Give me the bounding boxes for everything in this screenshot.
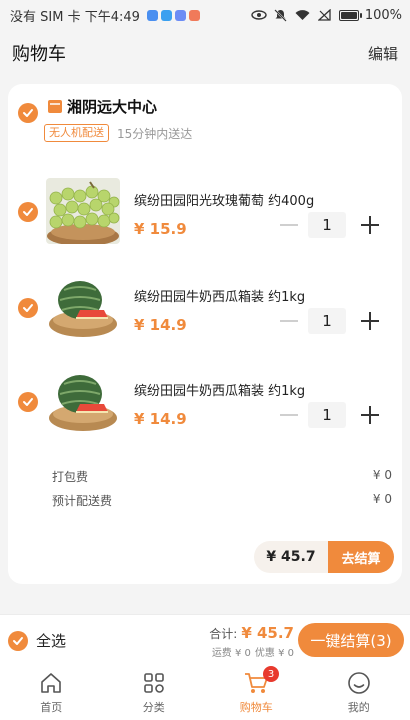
decrease-quantity-button[interactable]: [280, 414, 298, 416]
packing-fee-row: 打包费 ¥ 0: [52, 468, 392, 485]
quantity-input[interactable]: 1: [308, 212, 346, 238]
item-checkbox[interactable]: [18, 202, 38, 222]
tab-label: 分类: [142, 700, 165, 714]
photo-app-icon: [174, 9, 186, 21]
store-checkbox[interactable]: [18, 103, 38, 123]
decrease-quantity-button[interactable]: [280, 224, 298, 226]
check-icon: [23, 109, 33, 117]
battery-level: [340, 11, 357, 19]
store-name: 湘阴远大中心: [67, 98, 158, 116]
notification-icons: [146, 9, 200, 21]
item-price: ¥ 15.9: [134, 220, 187, 238]
select-all-label: 全选: [36, 632, 67, 650]
store-total: ¥ 45.7: [254, 541, 328, 573]
signal-off-icon: [317, 9, 333, 21]
shipping-fee: 运费 ¥ 0: [211, 648, 251, 659]
category-icon: [141, 670, 167, 696]
home-icon: [38, 670, 64, 696]
eye-icon: [251, 9, 267, 21]
item-checkbox[interactable]: [18, 392, 38, 412]
store-icon: [48, 100, 62, 113]
watermelon-image[interactable]: [46, 368, 120, 434]
battery-icon: [338, 9, 362, 21]
quantity-stepper: 1: [280, 308, 380, 334]
increase-quantity-button[interactable]: [360, 405, 380, 425]
cart-item: 缤纷田园牛奶西瓜箱装 约1kg ¥ 14.9 1: [8, 362, 402, 442]
mail-app-icon: [188, 9, 200, 21]
store-checkout-button[interactable]: 去结算: [328, 541, 394, 573]
cart-summary-bar: 全选 合计: ¥ 45.7 运费 ¥ 0 优惠 ¥ 0 一键结算(3): [0, 614, 410, 664]
tab-cart[interactable]: 3 购物车: [205, 664, 308, 720]
increase-quantity-button[interactable]: [360, 311, 380, 331]
tab-label: 我的: [347, 700, 370, 714]
one-click-checkout-button[interactable]: 一键结算(3): [298, 623, 404, 657]
notification-app-icon: [146, 9, 158, 21]
store-checkout-pill: ¥ 45.7 去结算: [254, 541, 394, 573]
delivery-fee-value: ¥ 0: [372, 492, 392, 506]
store-name-row[interactable]: 湘阴远大中心: [48, 96, 157, 117]
cart-badge: 3: [263, 666, 279, 682]
item-price: ¥ 14.9: [134, 316, 187, 334]
status-left: 没有 SIM 卡 下午4:49: [10, 6, 200, 25]
discount: 优惠 ¥ 0: [254, 648, 294, 659]
profile-icon: [346, 670, 372, 696]
delivery-fee-row: 预计配送费 ¥ 0: [52, 492, 392, 509]
cart-item: 缤纷田园阳光玫瑰葡萄 约400g ¥ 15.9 1: [8, 172, 402, 252]
total-label: 合计:: [209, 627, 238, 641]
quantity-stepper: 1: [280, 212, 380, 238]
quantity-input[interactable]: 1: [308, 308, 346, 334]
grapes-image[interactable]: [46, 178, 120, 244]
delivery-time: 15分钟内送达: [117, 126, 193, 141]
select-all[interactable]: 全选: [8, 630, 66, 651]
delivery-tag: 无人机配送: [44, 124, 109, 142]
status-right: 100%: [251, 8, 402, 23]
battery-percent: 100%: [364, 7, 402, 23]
total-value: ¥ 45.7: [241, 624, 294, 642]
tab-profile[interactable]: 我的: [308, 664, 410, 720]
page-title: 购物车: [12, 44, 66, 65]
item-name[interactable]: 缤纷田园阳光玫瑰葡萄 约400g: [134, 190, 314, 209]
tab-category[interactable]: 分类: [103, 664, 206, 720]
check-icon: [23, 304, 33, 312]
check-icon: [13, 636, 23, 645]
tab-home[interactable]: 首页: [0, 664, 103, 720]
carrier-time: 没有 SIM 卡 下午4:49: [10, 9, 140, 25]
tab-bar: 首页 分类 3 购物车 我的: [0, 664, 410, 720]
check-icon: [23, 208, 33, 216]
store-meta: 无人机配送 15分钟内送达: [44, 124, 192, 142]
cart-total: 合计: ¥ 45.7 运费 ¥ 0 优惠 ¥ 0: [208, 624, 294, 659]
item-price: ¥ 14.9: [134, 410, 187, 428]
item-checkbox[interactable]: [18, 298, 38, 318]
packing-fee-value: ¥ 0: [372, 468, 392, 482]
check-icon: [23, 398, 33, 406]
tab-label: 购物车: [239, 700, 273, 714]
page-header: 购物车 编辑: [0, 30, 410, 76]
store-cart-card: 湘阴远大中心 无人机配送 15分钟内送达 缤纷田园阳光玫瑰葡萄 约400g ¥: [8, 84, 402, 584]
wifi-icon: [295, 9, 311, 21]
select-all-checkbox[interactable]: [8, 630, 28, 651]
packing-fee-label: 打包费: [52, 470, 89, 484]
watermelon-image[interactable]: [46, 274, 120, 340]
decrease-quantity-button[interactable]: [280, 320, 298, 322]
status-bar: 没有 SIM 卡 下午4:49 100%: [0, 0, 410, 30]
tab-label: 首页: [40, 700, 63, 714]
item-name[interactable]: 缤纷田园牛奶西瓜箱装 约1kg: [134, 380, 305, 399]
item-name[interactable]: 缤纷田园牛奶西瓜箱装 约1kg: [134, 286, 305, 305]
mute-bell-icon: [273, 8, 289, 22]
cart-item: 缤纷田园牛奶西瓜箱装 约1kg ¥ 14.9 1: [8, 268, 402, 348]
cloud-app-icon: [160, 9, 172, 21]
quantity-stepper: 1: [280, 402, 380, 428]
edit-button[interactable]: 编辑: [368, 43, 398, 64]
delivery-fee-label: 预计配送费: [52, 494, 113, 508]
quantity-input[interactable]: 1: [308, 402, 346, 428]
increase-quantity-button[interactable]: [360, 215, 380, 235]
